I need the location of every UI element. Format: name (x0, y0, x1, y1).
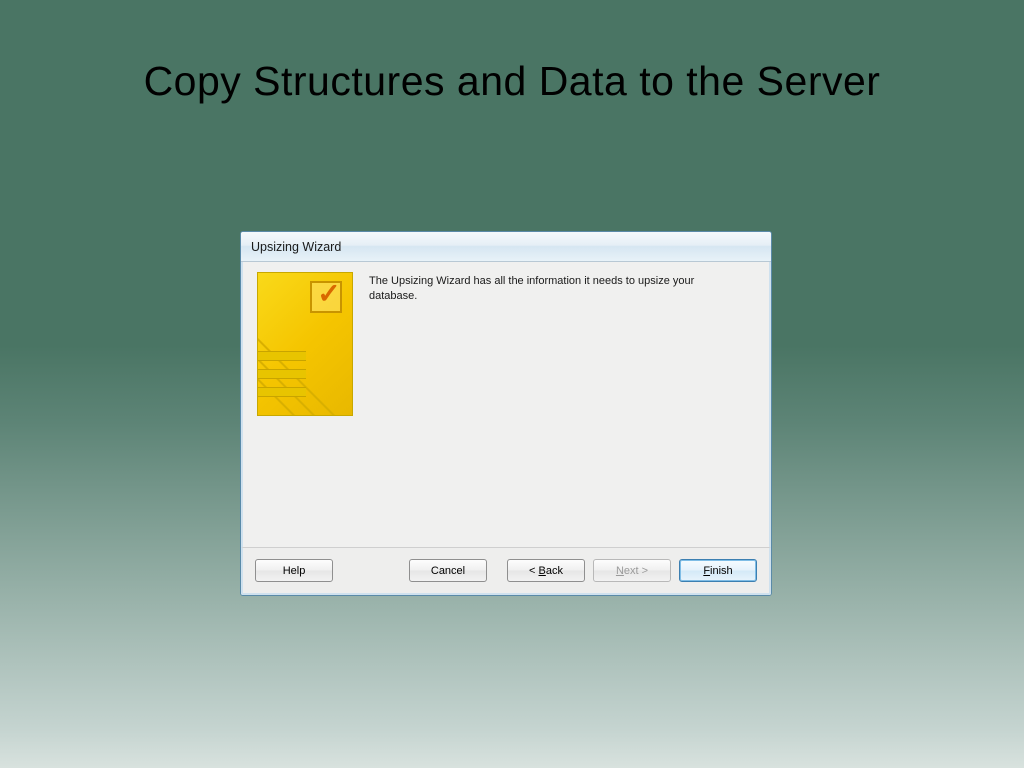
dialog-title: Upsizing Wizard (251, 240, 341, 254)
finish-button[interactable]: Finish (679, 559, 757, 582)
dialog-button-bar: Help Cancel < Back Next > Finish (241, 547, 771, 595)
wizard-illustration: ✓ (257, 272, 353, 416)
back-rest: ack (546, 565, 563, 577)
back-accel: B (539, 565, 546, 577)
back-prefix: < (529, 565, 538, 577)
finish-rest: inish (710, 565, 733, 577)
help-button[interactable]: Help (255, 559, 333, 582)
next-accel: N (616, 565, 624, 577)
cancel-button[interactable]: Cancel (409, 559, 487, 582)
dialog-content: ✓ The Upsizing Wizard has all the inform… (241, 262, 771, 547)
checkmark-icon: ✓ (314, 279, 344, 309)
dialog-body-text: The Upsizing Wizard has all the informat… (369, 272, 709, 539)
wizard-dialog: Upsizing Wizard ✓ The Upsizing Wizard ha… (240, 231, 772, 596)
decorative-row-icon (258, 369, 306, 379)
back-button[interactable]: < Back (507, 559, 585, 582)
decorative-row-icon (258, 351, 306, 361)
decorative-row-icon (258, 387, 306, 397)
slide-title: Copy Structures and Data to the Server (0, 58, 1024, 105)
next-button: Next > (593, 559, 671, 582)
next-rest: ext > (624, 565, 648, 577)
dialog-titlebar[interactable]: Upsizing Wizard (241, 232, 771, 262)
